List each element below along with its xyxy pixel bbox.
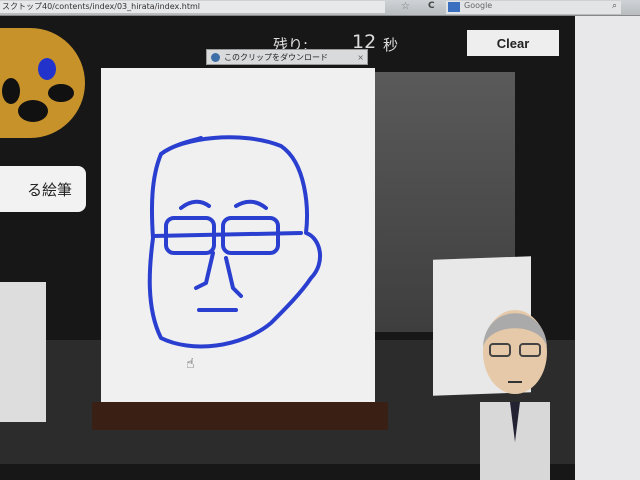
bookmark-star-icon[interactable]: ☆ — [401, 1, 410, 12]
professor-character — [480, 310, 550, 480]
browser-toolbar: スクトップ40/contents/index/03_hirata/index.h… — [0, 0, 640, 16]
brush-button[interactable]: る絵筆 — [0, 166, 86, 212]
drawing-strokes: ☝ — [147, 135, 322, 372]
clip-download-toolbar[interactable]: このクリップをダウンロード × — [206, 49, 368, 65]
clip-icon — [211, 52, 220, 62]
clear-button[interactable]: Clear — [467, 30, 559, 56]
google-logo-icon — [448, 2, 460, 12]
page-background — [575, 16, 640, 480]
hand-cursor-icon: ☝ — [186, 356, 195, 372]
timer-unit: 秒 — [383, 36, 399, 54]
url-bar[interactable]: スクトップ40/contents/index/03_hirata/index.h… — [0, 1, 385, 13]
reload-icon[interactable]: C — [428, 1, 435, 11]
search-icon[interactable]: ⌕ — [612, 1, 617, 11]
search-placeholder: Google — [464, 1, 493, 10]
search-input[interactable]: Google ⌕ — [446, 1, 621, 14]
close-icon[interactable]: × — [357, 53, 364, 62]
drawing-canvas[interactable]: ☝ — [101, 68, 375, 410]
clip-download-label[interactable]: このクリップをダウンロード — [224, 52, 328, 63]
easel — [92, 402, 388, 430]
side-canvas — [0, 282, 46, 422]
